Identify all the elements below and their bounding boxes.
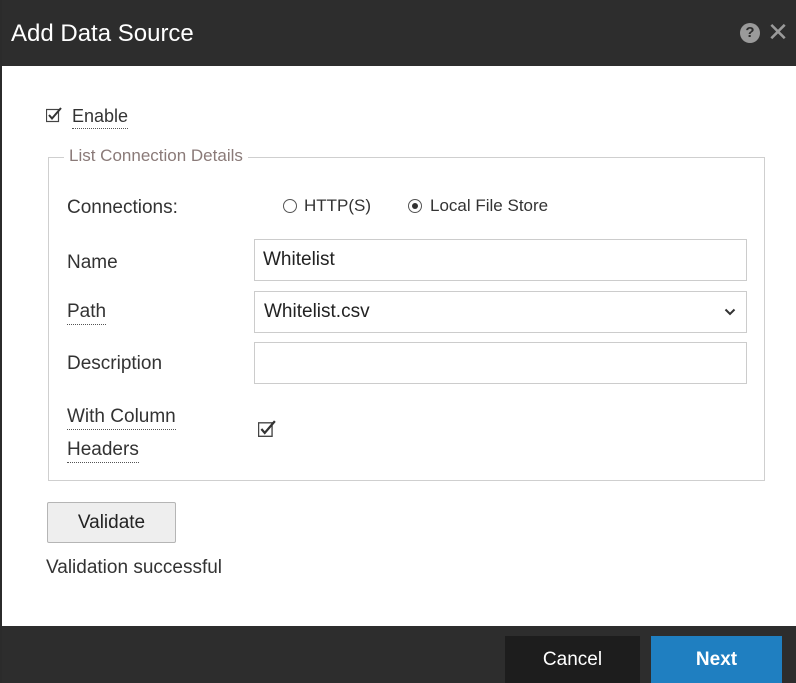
next-button[interactable]: Next (651, 636, 782, 683)
chevron-down-icon (724, 308, 736, 316)
checkbox-checked-icon[interactable] (46, 107, 62, 123)
radio-local-file-store-icon[interactable] (408, 199, 422, 213)
close-icon[interactable]: ✕ (766, 18, 790, 46)
column-headers-label-line2: Headers (67, 438, 139, 463)
enable-label[interactable]: Enable (72, 104, 129, 129)
connections-label: Connections: (67, 197, 178, 218)
radio-http-icon[interactable] (283, 199, 297, 213)
column-headers-label-line1: With Column (67, 405, 176, 430)
validate-button[interactable]: Validate (47, 502, 176, 543)
radio-local-file-store-label[interactable]: Local File Store (430, 195, 548, 217)
name-input[interactable] (254, 239, 747, 281)
dialog-title: Add Data Source (11, 20, 194, 47)
path-select[interactable]: Whitelist.csv (254, 291, 747, 333)
dialog-titlebar: Add Data Source ? ✕ (2, 0, 796, 66)
path-select-value: Whitelist.csv (264, 301, 370, 322)
description-label: Description (67, 353, 163, 374)
radio-http-label[interactable]: HTTP(S) (304, 195, 371, 217)
column-headers-checkbox[interactable] (258, 420, 276, 437)
description-input[interactable] (254, 342, 747, 384)
help-icon[interactable]: ? (740, 23, 760, 43)
connection-details-legend: List Connection Details (64, 145, 248, 167)
cancel-button[interactable]: Cancel (505, 636, 640, 683)
name-label: Name (67, 252, 118, 273)
path-label: Path (67, 300, 107, 325)
add-data-source-dialog: Add Data Source ? ✕ Enable List Connecti… (0, 0, 796, 683)
validation-status: Validation successful (46, 557, 223, 578)
